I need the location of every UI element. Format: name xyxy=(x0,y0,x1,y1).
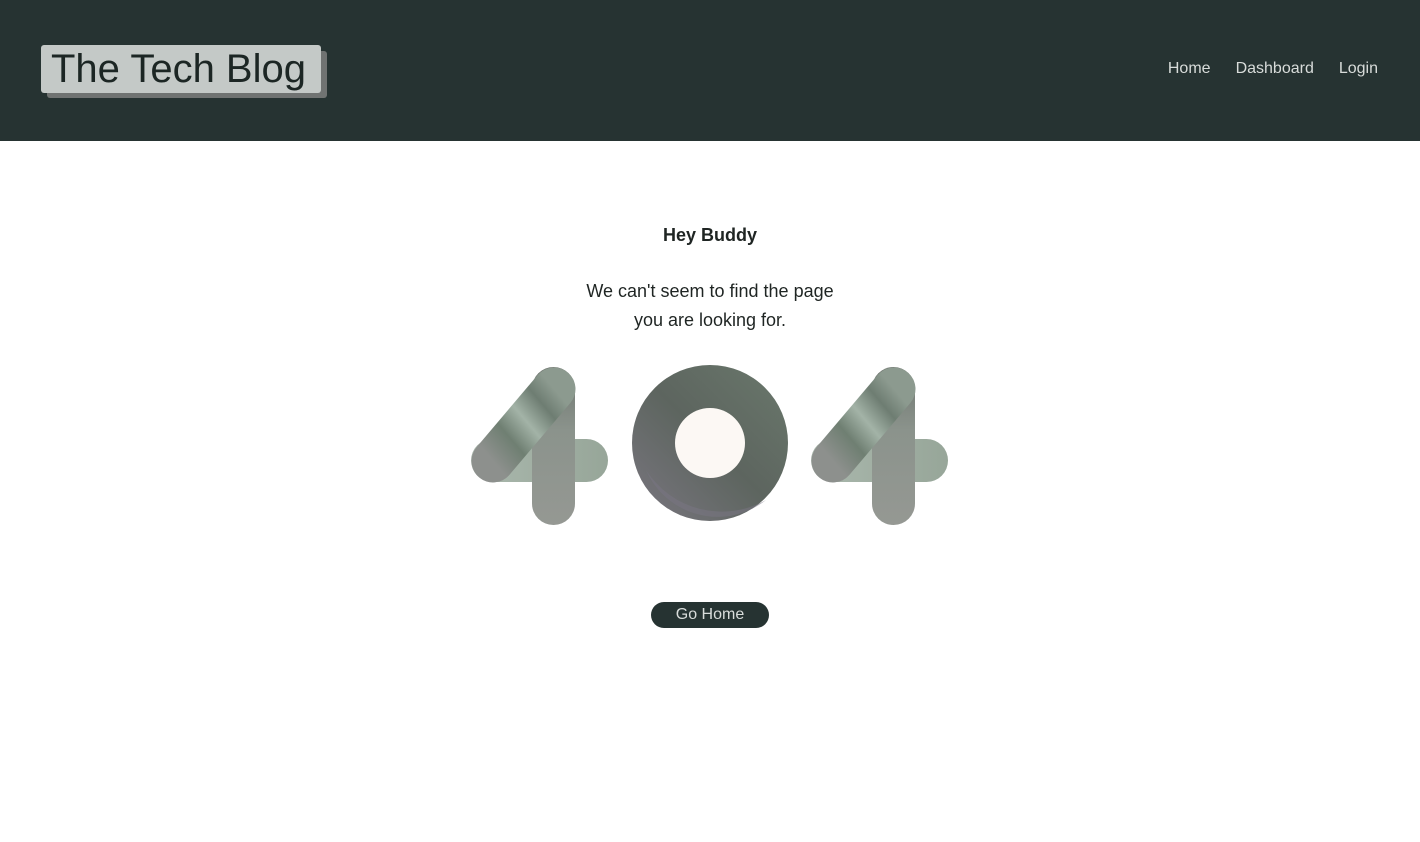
digit-zero xyxy=(632,365,788,521)
message-line-1: We can't seem to find the page xyxy=(586,281,834,301)
main-nav: Home Dashboard Login xyxy=(1168,59,1378,78)
go-home-button[interactable]: Go Home xyxy=(651,602,769,628)
not-found-message: We can't seem to find the page you are l… xyxy=(560,277,860,335)
site-header: The Tech Blog Home Dashboard Login xyxy=(0,0,1420,141)
brand-logo[interactable]: The Tech Blog xyxy=(41,45,327,98)
page-heading: Hey Buddy xyxy=(662,225,758,245)
nav-home-link[interactable]: Home xyxy=(1168,59,1211,78)
nav-login-link[interactable]: Login xyxy=(1339,59,1378,78)
brand-title[interactable]: The Tech Blog xyxy=(41,45,321,93)
404-graphic xyxy=(471,365,948,525)
digit-four-right xyxy=(811,367,948,525)
digit-four-left xyxy=(471,367,608,525)
nav-dashboard-link[interactable]: Dashboard xyxy=(1236,59,1314,78)
message-line-2: you are looking for. xyxy=(633,310,787,330)
